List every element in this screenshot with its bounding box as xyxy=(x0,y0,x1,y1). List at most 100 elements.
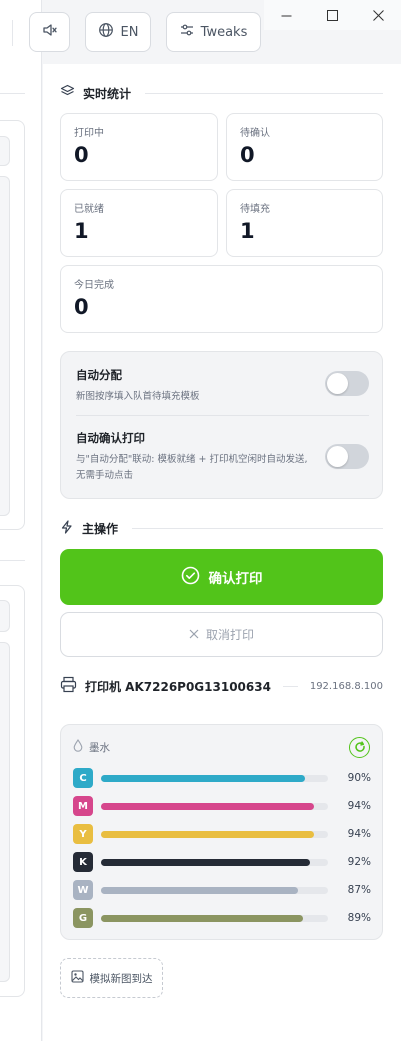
ink-badge: K xyxy=(73,852,93,872)
ink-level-row: K 92% xyxy=(73,852,371,872)
stat-card-pending-confirm: 待确认 0 xyxy=(226,113,383,181)
top-bar: EN Tweaks xyxy=(0,0,401,64)
ink-percent: 87% xyxy=(347,884,371,896)
ink-level-row: G 89% xyxy=(73,908,371,928)
ink-percent: 94% xyxy=(347,800,371,812)
stat-label: 打印中 xyxy=(74,128,104,139)
refresh-icon xyxy=(354,738,366,757)
ink-bar-track xyxy=(101,886,328,894)
ink-title: 墨水 xyxy=(89,741,110,754)
actions-header: 主操作 xyxy=(60,520,383,537)
divider xyxy=(0,93,25,94)
left-list xyxy=(0,176,10,516)
minimize-button[interactable] xyxy=(264,0,310,30)
droplet-icon xyxy=(73,739,83,755)
ink-badge: G xyxy=(73,908,93,928)
auto-confirm-row: 自动确认打印 与"自动分配"联动: 模板就绪 + 打印机空闲时自动发送, 无需手… xyxy=(76,430,369,484)
stat-card-today-done: 今日完成 0 xyxy=(60,265,383,333)
ink-level-row: C 90% xyxy=(73,768,371,788)
left-input[interactable] xyxy=(0,136,10,166)
language-button[interactable]: EN xyxy=(85,12,151,52)
window-controls xyxy=(264,0,401,30)
ink-badge: C xyxy=(73,768,93,788)
sliders-icon xyxy=(180,23,194,41)
globe-icon xyxy=(98,22,114,42)
auto-assign-desc: 新图按序填入队首待填充模板 xyxy=(76,391,200,402)
ink-bar-fill xyxy=(101,914,304,922)
image-icon xyxy=(70,970,84,986)
stat-label: 今日完成 xyxy=(74,280,114,291)
ink-bar-track xyxy=(101,830,328,838)
ink-bar-track xyxy=(101,774,328,782)
ink-percent: 94% xyxy=(347,828,371,840)
ink-level-row: M 94% xyxy=(73,796,371,816)
ink-levels-panel: 墨水 C 90% M 94% Y 94% K 92% W 87% G 89% xyxy=(60,724,383,940)
stat-value: 0 xyxy=(240,143,255,167)
auto-confirm-title: 自动确认打印 xyxy=(76,431,145,445)
ink-percent: 92% xyxy=(347,856,371,868)
ink-percent: 89% xyxy=(347,912,371,924)
stat-value: 0 xyxy=(74,143,89,167)
ink-level-row: Y 94% xyxy=(73,824,371,844)
language-label: EN xyxy=(120,24,139,40)
close-icon xyxy=(189,628,199,642)
ink-bar-track xyxy=(101,858,328,866)
ink-header: 墨水 xyxy=(73,739,110,755)
maximize-button[interactable] xyxy=(310,0,356,30)
ink-bar-fill xyxy=(101,886,299,894)
divider xyxy=(0,560,25,561)
ink-level-row: W 87% xyxy=(73,880,371,900)
stat-label: 已就绪 xyxy=(74,204,104,215)
stat-value: 1 xyxy=(240,219,255,243)
simulate-image-button[interactable]: 模拟新图到达 xyxy=(60,958,163,998)
ink-bar-fill xyxy=(101,830,315,838)
close-button[interactable] xyxy=(355,0,401,30)
stat-label: 待确认 xyxy=(240,128,270,139)
stat-card-pending-fill: 待填充 1 xyxy=(226,189,383,257)
left-input[interactable] xyxy=(0,600,10,632)
divider xyxy=(76,415,369,416)
printer-info: 打印机 AK7226P0G13100634 192.168.8.100 xyxy=(60,676,383,696)
auto-assign-row: 自动分配 新图按序填入队首待填充模板 xyxy=(76,367,369,405)
stats-header: 实时统计 xyxy=(60,84,383,102)
auto-confirm-desc: 与"自动分配"联动: 模板就绪 + 打印机空闲时自动发送, 无需手动点击 xyxy=(76,454,308,481)
simulate-label: 模拟新图到达 xyxy=(89,972,153,985)
printer-icon xyxy=(60,676,77,697)
mute-button[interactable] xyxy=(29,12,70,52)
automation-settings: 自动分配 新图按序填入队首待填充模板 自动确认打印 与"自动分配"联动: 模板就… xyxy=(60,351,383,499)
toggle-knob xyxy=(327,446,348,467)
left-panel-edge xyxy=(0,0,42,1041)
cancel-print-button[interactable]: 取消打印 xyxy=(60,612,383,657)
ink-badge: M xyxy=(73,796,93,816)
ink-bar-fill xyxy=(101,774,306,782)
ink-badge: W xyxy=(73,880,93,900)
auto-assign-toggle[interactable] xyxy=(325,371,369,396)
stat-card-printing: 打印中 0 xyxy=(60,113,218,181)
layers-icon xyxy=(60,84,75,102)
printer-ip: 192.168.8.100 xyxy=(309,680,383,692)
actions-title: 主操作 xyxy=(82,522,119,536)
confirm-print-label: 确认打印 xyxy=(208,571,263,587)
divider xyxy=(145,92,383,94)
check-circle-icon xyxy=(181,566,200,589)
ink-bar-fill xyxy=(101,858,310,866)
auto-confirm-toggle[interactable] xyxy=(325,444,369,469)
stat-label: 待填充 xyxy=(240,204,270,215)
tweaks-label: Tweaks xyxy=(200,24,248,40)
separator xyxy=(12,20,13,46)
left-card-bottom xyxy=(0,585,25,997)
tweaks-button[interactable]: Tweaks xyxy=(166,12,261,52)
stat-value: 0 xyxy=(74,295,89,319)
confirm-print-button[interactable]: 确认打印 xyxy=(60,549,383,605)
control-panel: 实时统计 打印中 0 待确认 0 已就绪 1 待填充 1 今日完成 0 自动分配… xyxy=(43,64,401,1041)
toggle-knob xyxy=(327,373,348,394)
lightning-icon xyxy=(60,520,74,537)
left-card-top xyxy=(0,120,25,530)
divider xyxy=(282,685,298,687)
ink-percent: 90% xyxy=(347,772,371,784)
refresh-button[interactable] xyxy=(349,737,370,758)
stats-title: 实时统计 xyxy=(83,86,132,101)
ink-bar-fill xyxy=(101,802,315,810)
printer-name: 打印机 AK7226P0G13100634 xyxy=(85,679,271,694)
ink-bar-track xyxy=(101,914,328,922)
